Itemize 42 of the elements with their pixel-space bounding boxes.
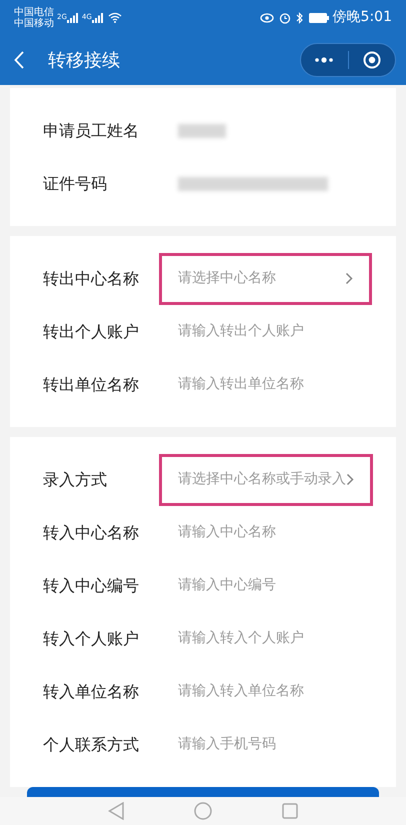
field-label: 证件号码	[43, 172, 108, 194]
field-label: 申请员工姓名	[43, 120, 140, 142]
carrier-name: 中国移动	[14, 18, 54, 28]
select-field[interactable]: 请选择中心名称或手动录入	[159, 454, 373, 506]
target-icon	[362, 51, 381, 69]
field-label: 转出个人账户	[43, 320, 140, 342]
input-field[interactable]: 请输入转入个人账户	[178, 628, 369, 649]
back-icon	[14, 51, 24, 69]
eye-icon	[260, 12, 274, 23]
carrier-name: 中国电信	[14, 6, 54, 18]
signal-icon	[92, 12, 104, 22]
field-label: 转入单位名称	[43, 680, 140, 702]
field-label: 转入中心名称	[43, 522, 140, 544]
blurred-value	[178, 124, 226, 138]
input-field[interactable]: 请输入中心编号	[178, 575, 369, 596]
field-label: 转入中心编号	[43, 574, 140, 596]
wifi-icon	[108, 12, 122, 23]
field-label: 个人联系方式	[43, 734, 140, 756]
select-placeholder: 请选择中心名称或手动录入	[178, 470, 346, 489]
back-triangle-icon	[108, 802, 124, 820]
field-label: 转出中心名称	[43, 268, 140, 290]
input-field[interactable]: 请输入转入单位名称	[178, 681, 369, 702]
bluetooth-icon	[296, 12, 304, 24]
home-circle-icon	[194, 802, 212, 820]
more-icon	[314, 57, 334, 63]
page-title: 转移接续	[48, 48, 120, 72]
chevron-right-icon	[346, 473, 354, 486]
input-field[interactable]: 请输入转出个人账户	[178, 321, 369, 342]
clock-time: 傍晚5:01	[332, 8, 392, 27]
alarm-icon	[278, 12, 291, 24]
signal-icon	[66, 12, 79, 22]
input-field[interactable]: 请输入转出单位名称	[178, 374, 369, 395]
field-label: 录入方式	[43, 468, 108, 490]
select-field[interactable]: 请选择中心名称	[159, 252, 372, 304]
battery-icon	[308, 12, 329, 22]
field-label: 转入个人账户	[43, 628, 140, 650]
chevron-right-icon	[345, 272, 353, 285]
select-placeholder: 请选择中心名称	[178, 269, 276, 288]
field-label: 转出单位名称	[43, 374, 140, 396]
input-field[interactable]: 请输入中心名称	[178, 522, 369, 543]
input-field[interactable]: 请输入手机号码	[178, 734, 369, 755]
recent-square-icon	[282, 802, 298, 819]
